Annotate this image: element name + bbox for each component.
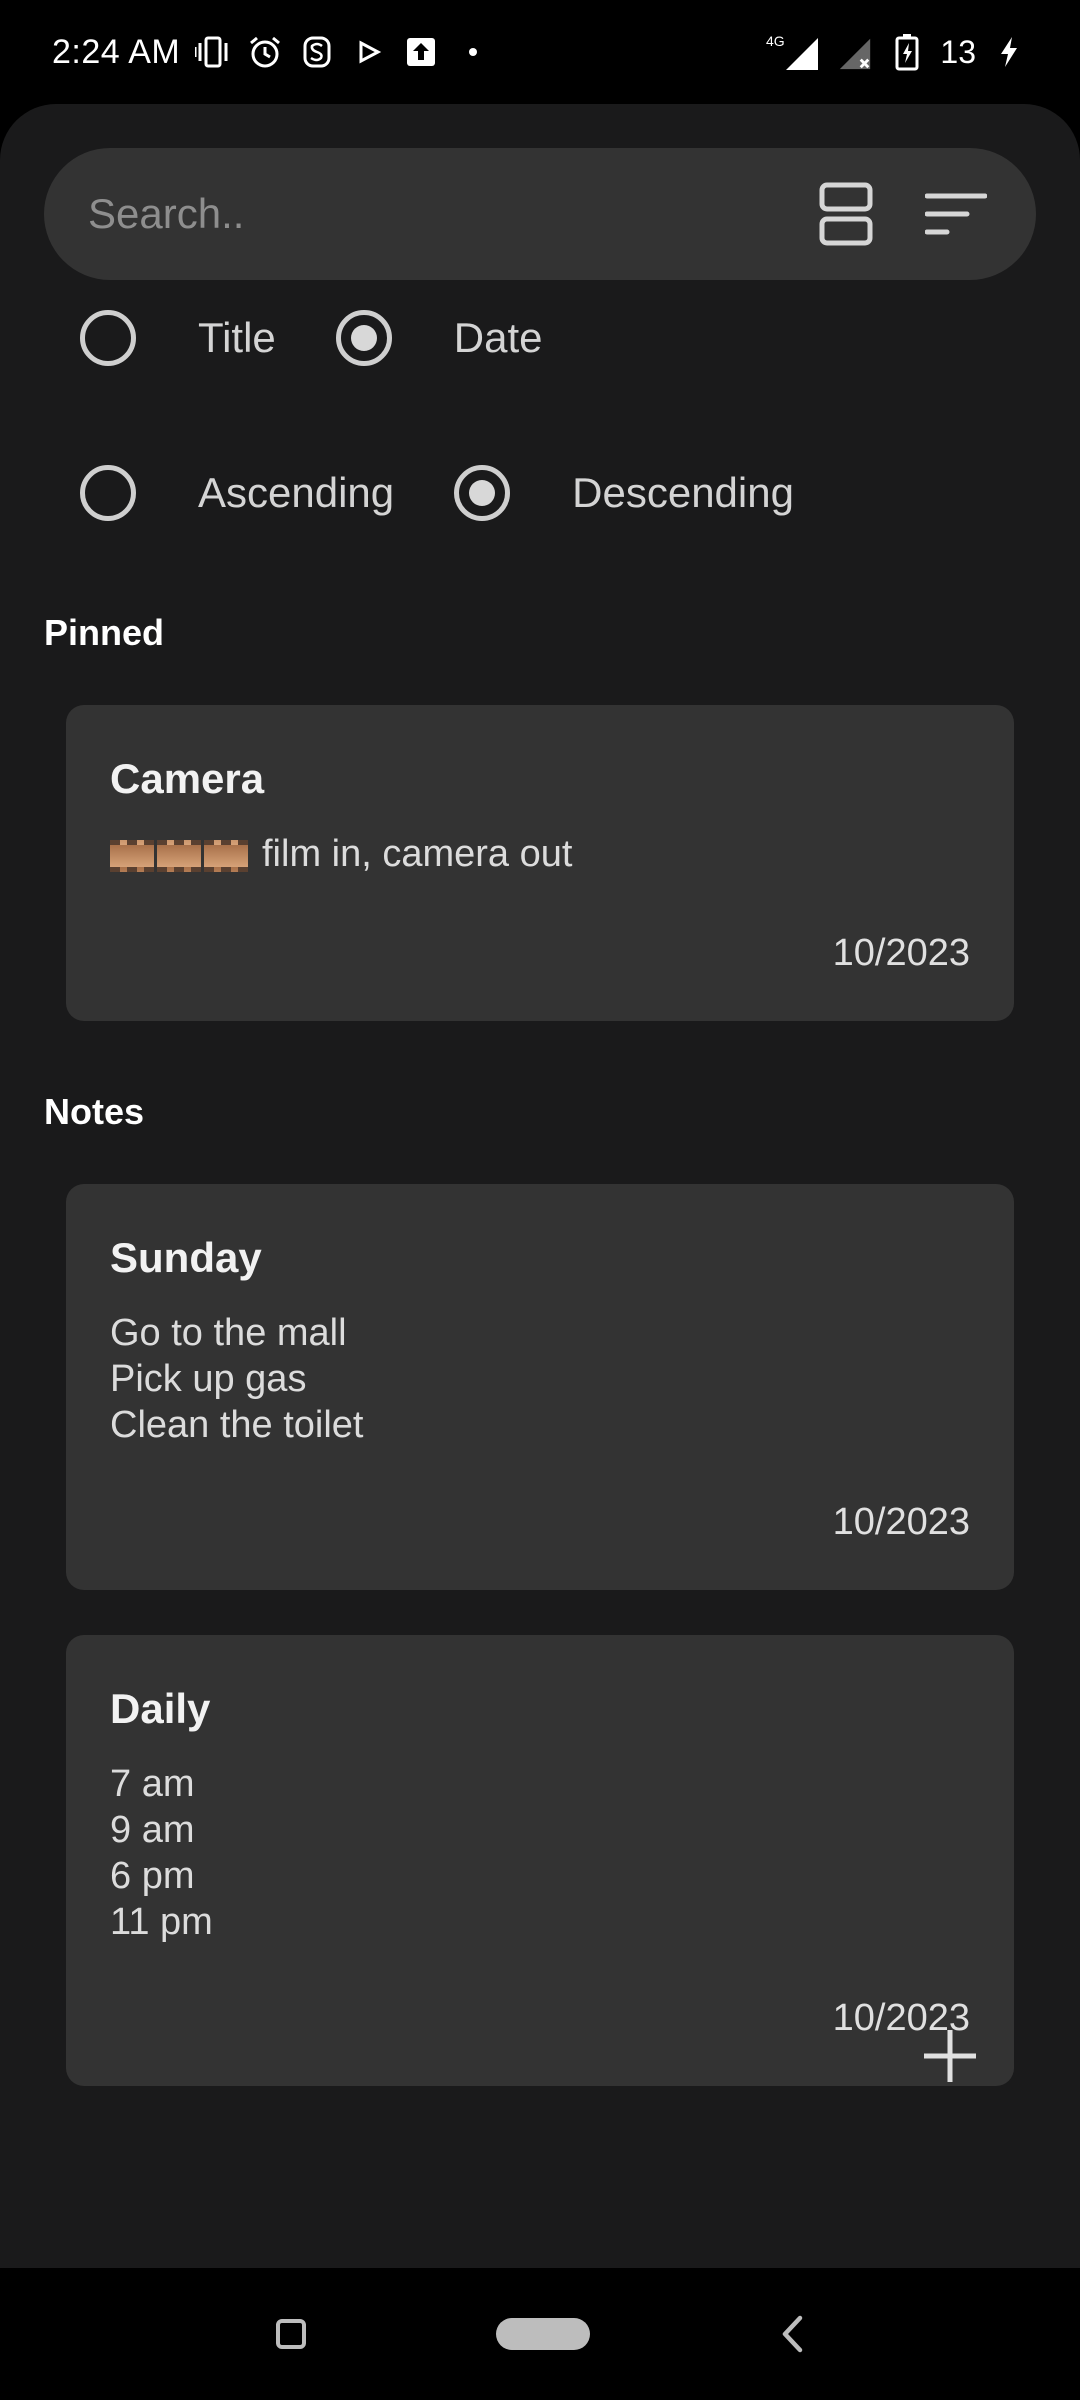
- bolt-icon: [990, 33, 1028, 71]
- recents-icon: [276, 2319, 306, 2349]
- note-body-line: film in, camera out: [262, 833, 573, 875]
- note-body-line: 6 pm: [110, 1855, 195, 1897]
- pinned-section-title: Pinned: [44, 612, 165, 653]
- radio-title[interactable]: [80, 310, 136, 366]
- radio-ascending[interactable]: [80, 465, 136, 521]
- grid-view-icon: [819, 182, 873, 246]
- radio-date-label: Date: [453, 314, 543, 361]
- upload-icon: [402, 33, 440, 71]
- note-card-daily[interactable]: Daily 7 am 9 am 6 pm 11 pm 10/2023: [66, 1635, 1014, 2086]
- note-body-line: Go to the mall: [110, 1312, 347, 1354]
- no-signal-icon: [836, 33, 874, 71]
- system-nav-bar: [0, 2268, 1080, 2400]
- add-note-button[interactable]: [910, 2016, 990, 2096]
- sort-by-title-option[interactable]: Title: [80, 310, 276, 366]
- back-button[interactable]: [780, 2314, 804, 2354]
- sort-icon: [925, 193, 987, 235]
- note-body-line: 9 am: [110, 1809, 195, 1851]
- radio-ascending-label: Ascending: [198, 469, 395, 516]
- radio-title-label: Title: [198, 314, 276, 361]
- note-date: 10/2023: [832, 932, 970, 974]
- radio-descending[interactable]: [454, 465, 511, 521]
- play-icon: [350, 33, 388, 71]
- note-title: Camera: [110, 755, 265, 802]
- note-card-camera[interactable]: Camera film in, camera out 10/2023: [66, 705, 1014, 1021]
- status-bar: 2:24 AM 4G 13: [0, 0, 1080, 104]
- network-label: 4G: [766, 33, 785, 49]
- radio-descending-label: Descending: [572, 469, 794, 516]
- sort-by-options: Title Date: [80, 310, 543, 366]
- note-title: Daily: [110, 1685, 211, 1732]
- status-time: 2:24 AM: [52, 32, 181, 71]
- note-card-sunday[interactable]: Sunday Go to the mall Pick up gas Clean …: [66, 1184, 1014, 1590]
- home-pill-icon: [496, 2318, 590, 2350]
- search-input[interactable]: [88, 190, 810, 238]
- note-body-line: Clean the toilet: [110, 1404, 364, 1446]
- battery-level: 13: [940, 33, 976, 70]
- vibrate-icon: [194, 33, 232, 71]
- sort-by-date-option[interactable]: Date: [335, 310, 543, 366]
- dot-icon: [454, 33, 492, 71]
- plus-icon: [924, 2030, 976, 2082]
- note-title: Sunday: [110, 1234, 262, 1281]
- screen: 2:24 AM 4G 13 Search.. Title Date Ascend…: [0, 0, 1080, 2400]
- s-icon: [298, 33, 336, 71]
- film-frames-icon: [110, 839, 248, 872]
- note-body-line: Pick up gas: [110, 1358, 307, 1400]
- sort-descending-option[interactable]: Descending: [454, 465, 794, 521]
- recents-button[interactable]: [276, 2319, 306, 2349]
- alarm-icon: [246, 33, 284, 71]
- status-bar-right: 4G 13: [766, 33, 1028, 71]
- layout-toggle-button[interactable]: [810, 178, 882, 250]
- sort-order-options: Ascending Descending: [80, 465, 794, 521]
- note-body-line: 7 am: [110, 1763, 195, 1805]
- note-date: 10/2023: [832, 1501, 970, 1543]
- battery-charging-icon: [888, 33, 926, 71]
- note-body: Go to the mall Pick up gas Clean the toi…: [110, 1310, 970, 1448]
- radio-date[interactable]: [335, 310, 392, 366]
- note-body: film in, camera out: [110, 831, 970, 877]
- app-surface: Title Date Ascending Descending Pinned C…: [0, 104, 1080, 2268]
- notes-section-title: Notes: [44, 1091, 145, 1132]
- sort-button[interactable]: [920, 178, 992, 250]
- note-body-line: 11 pm: [110, 1901, 213, 1943]
- back-chevron-icon: [782, 2315, 803, 2353]
- status-bar-left: 2:24 AM: [52, 33, 492, 72]
- sort-ascending-option[interactable]: Ascending: [80, 465, 394, 521]
- search-bar: [44, 148, 1036, 280]
- note-body: 7 am 9 am 6 pm 11 pm: [110, 1761, 970, 1945]
- signal-icon: 4G: [766, 33, 822, 71]
- home-button[interactable]: [496, 2318, 590, 2350]
